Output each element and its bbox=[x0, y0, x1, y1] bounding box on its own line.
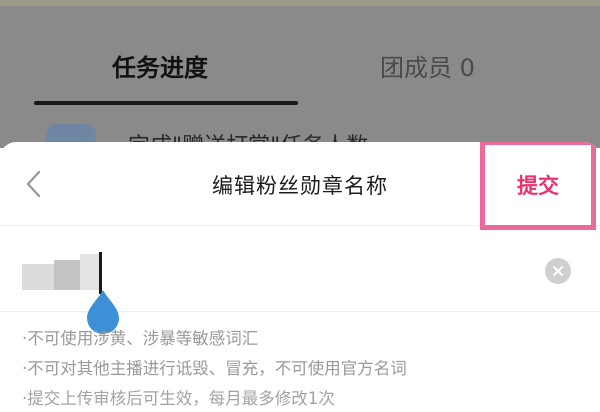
tab-group-members[interactable]: 团成员 0 bbox=[380, 48, 475, 83]
clear-input-button[interactable] bbox=[545, 258, 571, 284]
rule-item: ·提交上传审核后可生效，每月最多修改1次 bbox=[22, 389, 335, 408]
background-page: 任务进度 团成员 0 完成"赠送打赏"任务人数 bbox=[0, 0, 600, 148]
edit-medal-name-sheet: 编辑粉丝勋章名称 提交 ·不可使用涉黄、涉暴等敏感词汇 ·不可对其他主播进行诋毁… bbox=[0, 142, 600, 412]
medal-name-input[interactable] bbox=[0, 230, 600, 334]
input-text-blurred bbox=[80, 254, 100, 290]
background-top-bar bbox=[0, 0, 600, 6]
input-text-blurred bbox=[54, 260, 80, 290]
submit-button[interactable]: 提交 bbox=[480, 142, 596, 230]
sheet-header: 编辑粉丝勋章名称 提交 bbox=[0, 142, 600, 230]
tab-task-progress[interactable]: 任务进度 bbox=[112, 48, 208, 83]
rule-item: ·不可使用涉黄、涉暴等敏感词汇 bbox=[22, 329, 259, 348]
rule-item: ·不可对其他主播进行诋毁、冒充，不可使用官方名词 bbox=[22, 359, 407, 378]
clear-circle-icon bbox=[553, 266, 563, 276]
naming-rules: ·不可使用涉黄、涉暴等敏感词汇 ·不可对其他主播进行诋毁、冒充，不可使用官方名词… bbox=[22, 324, 407, 412]
active-tab-indicator bbox=[34, 101, 298, 105]
submit-button-label: 提交 bbox=[517, 174, 559, 198]
input-text-blurred bbox=[22, 264, 54, 290]
